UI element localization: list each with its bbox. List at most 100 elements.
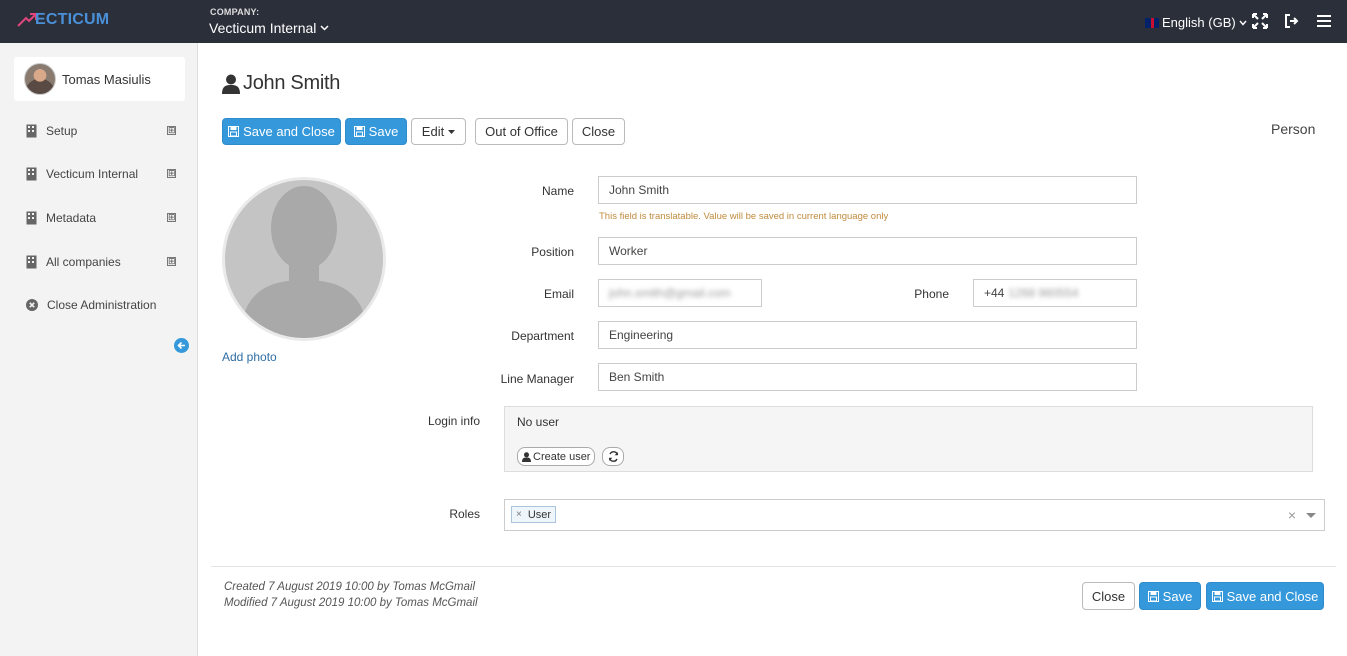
app-logo[interactable]: ECTICUM <box>17 11 109 29</box>
footer-save-button[interactable]: Save <box>1139 582 1201 610</box>
arrow-left-icon <box>177 341 185 350</box>
language-label: English (GB) <box>1162 15 1236 30</box>
phone-field[interactable]: +44 1268 960554 <box>973 279 1137 307</box>
create-user-button[interactable]: Create user <box>517 447 596 466</box>
sidebar-item-label: Setup <box>46 124 78 138</box>
expand-icon[interactable]: ⊞ <box>167 257 176 266</box>
email-value: john.smith@gmail.com <box>609 286 731 300</box>
role-tag: × User <box>511 506 557 523</box>
chevron-down-icon <box>1239 20 1247 26</box>
menu-icon[interactable] <box>1316 13 1332 29</box>
line-manager-label: Line Manager <box>500 372 574 386</box>
login-status: No user <box>517 415 560 429</box>
role-tag-label: User <box>527 508 552 521</box>
sidebar-item-label: Metadata <box>46 211 97 225</box>
clear-selection-icon[interactable]: × <box>1288 507 1296 523</box>
email-label: Email <box>543 287 574 301</box>
chevron-down-icon <box>320 25 329 31</box>
save-icon <box>353 126 365 137</box>
remove-tag-icon[interactable]: × <box>516 509 522 520</box>
translatable-hint: This field is translatable. Value will b… <box>599 211 889 222</box>
created-info: Created 7 August 2019 10:00 by Tomas McG… <box>224 581 476 593</box>
phone-number: 1268 960554 <box>1008 286 1079 300</box>
building-icon <box>26 211 37 225</box>
modified-info: Modified 7 August 2019 10:00 by Tomas Mc… <box>224 597 478 609</box>
department-label: Department <box>511 329 574 343</box>
building-icon <box>26 255 37 269</box>
name-value: John Smith <box>609 183 670 197</box>
logo-mark-icon <box>17 13 37 27</box>
position-label: Position <box>531 245 574 259</box>
sidebar-item-all-companies[interactable]: All companies ⊞ <box>26 253 178 271</box>
login-info-label: Login info <box>427 414 480 428</box>
save-label: Save <box>368 124 399 139</box>
sidebar-item-label: Vecticum Internal <box>46 167 139 181</box>
collapse-sidebar-button[interactable] <box>174 338 189 353</box>
page-title-text: John Smith <box>243 72 341 94</box>
user-card[interactable]: Tomas Masiulis <box>14 57 185 101</box>
add-photo-link[interactable]: Add photo <box>222 350 277 364</box>
company-name: Vecticum Internal <box>209 20 317 36</box>
out-of-office-label: Out of Office <box>485 124 558 139</box>
close-label: Close <box>581 124 616 139</box>
edit-dropdown-button[interactable]: Edit <box>411 118 466 145</box>
page-title: John Smith <box>222 72 340 95</box>
out-of-office-button[interactable]: Out of Office <box>475 118 568 145</box>
department-field[interactable]: Engineering <box>598 321 1137 349</box>
save-icon <box>228 126 240 137</box>
phone-label: Phone <box>914 287 949 301</box>
roles-select[interactable]: × User × <box>504 499 1325 531</box>
close-button[interactable]: Close <box>572 118 625 145</box>
edit-label: Edit <box>421 124 445 139</box>
create-user-label: Create user <box>533 450 591 463</box>
phone-prefix: +44 <box>984 286 1005 300</box>
sidebar-item-label: Close Administration <box>47 298 157 312</box>
save-icon <box>1147 590 1159 602</box>
sidebar-item-setup[interactable]: Setup ⊞ <box>26 122 178 140</box>
save-and-close-label: Save and Close <box>243 124 335 139</box>
sidebar-item-vecticum-internal[interactable]: Vecticum Internal ⊞ <box>26 165 178 183</box>
profile-photo-placeholder[interactable] <box>222 177 386 341</box>
save-icon <box>1211 590 1223 602</box>
dropdown-caret-icon[interactable] <box>1306 513 1316 518</box>
sidebar-item-close-administration[interactable]: Close Administration <box>26 296 178 314</box>
logout-icon[interactable] <box>1284 13 1300 29</box>
line-manager-value: Ben Smith <box>609 370 665 384</box>
email-field[interactable]: john.smith@gmail.com <box>598 279 762 307</box>
roles-label: Roles <box>449 507 480 521</box>
language-selector[interactable]: English (GB) <box>1145 15 1247 30</box>
uk-flag-icon <box>1145 17 1159 28</box>
company-label: COMPANY: <box>210 7 260 17</box>
caret-down-icon <box>448 129 456 134</box>
expand-icon[interactable]: ⊞ <box>167 213 176 222</box>
save-button[interactable]: Save <box>345 118 407 145</box>
refresh-icon <box>608 451 618 462</box>
sidebar-item-metadata[interactable]: Metadata ⊞ <box>26 209 178 227</box>
record-type-label: Person <box>1271 121 1316 137</box>
user-name: Tomas Masiulis <box>62 71 151 87</box>
expand-icon[interactable]: ⊞ <box>167 126 176 135</box>
line-manager-field[interactable]: Ben Smith <box>598 363 1137 391</box>
footer-save-and-close-button[interactable]: Save and Close <box>1206 582 1324 610</box>
logo-text: ECTICUM <box>35 11 110 28</box>
name-field[interactable]: John Smith <box>598 176 1137 204</box>
refresh-button[interactable] <box>602 447 624 466</box>
save-and-close-label: Save and Close <box>1226 588 1319 604</box>
expand-icon[interactable]: ⊞ <box>167 169 176 178</box>
position-field[interactable]: Worker <box>598 237 1137 265</box>
building-icon <box>26 167 37 181</box>
footer-close-button[interactable]: Close <box>1082 582 1135 610</box>
fullscreen-icon[interactable] <box>1252 13 1268 29</box>
close-label: Close <box>1091 588 1126 604</box>
person-silhouette-icon <box>239 186 369 338</box>
position-value: Worker <box>609 244 648 258</box>
company-selector[interactable]: Vecticum Internal <box>209 20 329 36</box>
sidebar-item-label: All companies <box>46 255 121 269</box>
avatar <box>24 63 56 95</box>
name-label: Name <box>541 184 574 198</box>
sidebar: Tomas Masiulis Setup ⊞ Vecticum Internal… <box>0 43 198 656</box>
person-icon <box>522 451 531 462</box>
close-circle-icon <box>26 299 38 311</box>
save-and-close-button[interactable]: Save and Close <box>222 118 341 145</box>
login-info-panel: No user Create user <box>504 406 1313 472</box>
